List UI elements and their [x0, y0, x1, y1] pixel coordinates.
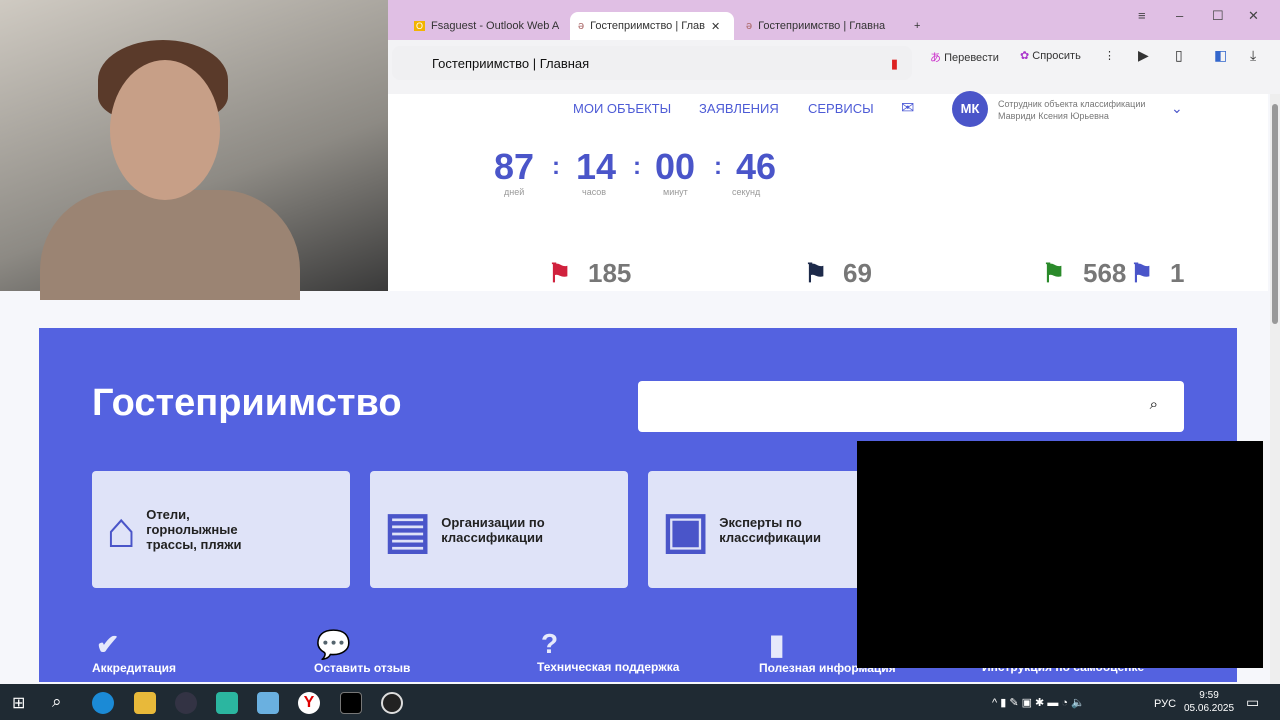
countdown-seconds: 46 — [736, 146, 777, 187]
countdown-days: 87 — [494, 146, 535, 187]
more-icon[interactable]: ⋮ — [1104, 49, 1115, 62]
ask-button[interactable]: ✿ Спросить — [1020, 49, 1081, 62]
service-label: Оставить отзыв — [314, 661, 411, 675]
outlook-icon: O — [414, 21, 426, 31]
scrollbar[interactable] — [1270, 94, 1280, 684]
stat-multi-count: 568 — [1083, 258, 1127, 288]
nav-my-objects[interactable]: МОИ ОБЪЕКТЫ — [573, 101, 671, 116]
stat-blue-count: 1 — [1170, 258, 1185, 288]
tab-hospitality[interactable]: ə Гостеприимство | Главна — [738, 12, 898, 40]
dark-flag-icon: ⚑ — [804, 258, 828, 288]
search-taskbar-icon[interactable]: ⌕ — [52, 692, 62, 712]
badge-icon: ▣ — [662, 501, 710, 558]
mail-icon[interactable]: ✉ — [901, 98, 914, 118]
terminal-icon[interactable] — [340, 692, 362, 714]
tab-hospitality-active[interactable]: ə Гостеприимство | Глав ✕ — [570, 12, 734, 40]
help-icon: ? — [541, 628, 559, 659]
minutes-label: минут — [663, 187, 688, 197]
webcam-overlay — [0, 0, 388, 300]
card-organizations[interactable]: ▤ Организации по классификации — [370, 471, 628, 588]
nav-services[interactable]: СЕРВИСЫ — [808, 101, 874, 116]
stat-red-count: 185 — [588, 258, 632, 288]
red-flag-icon: ⚑ — [548, 258, 572, 288]
countdown-minutes: 00 — [655, 146, 696, 187]
clock[interactable]: 9:59 05.06.2025 — [1184, 689, 1234, 715]
search-input[interactable]: ⌕ — [638, 381, 1184, 432]
separator: : — [714, 153, 722, 180]
outlook-taskbar-icon[interactable] — [257, 692, 279, 714]
separator: : — [552, 153, 560, 180]
service-accreditation[interactable]: ✔ Аккредитация — [92, 628, 176, 675]
card-label: Отели, горнолыжные трассы, пляжи — [146, 507, 242, 552]
nav-applications[interactable]: ЗАЯВЛЕНИЯ — [699, 101, 779, 116]
service-label: Техническая поддержка — [537, 660, 680, 674]
windows-start-icon[interactable]: ⊞ — [12, 693, 25, 713]
play-icon[interactable]: ▶ — [1138, 47, 1149, 64]
explorer-icon[interactable] — [134, 692, 156, 714]
notifications-icon[interactable]: ▭ — [1246, 694, 1259, 711]
ask-icon: ✿ — [1020, 50, 1033, 62]
service-label: Аккредитация — [92, 661, 176, 675]
avatar[interactable]: МК — [952, 91, 988, 127]
hero-title: Гостеприимство — [92, 382, 402, 424]
download-icon[interactable]: ⤓ — [1250, 47, 1256, 64]
blue-flag-icon: ⚑ — [1130, 258, 1154, 288]
card-label: Эксперты по классификации — [719, 514, 821, 545]
tray-icons[interactable]: ^ ▮ ✎ ▣ ✱ ▬ ◔ 🔈 — [992, 696, 1085, 709]
site-icon: ə — [578, 20, 585, 32]
countdown-hours: 14 — [576, 146, 617, 187]
url-field[interactable]: Гостеприимство | Главная ▮ — [392, 46, 912, 80]
site-icon: ə — [746, 20, 753, 32]
service-feedback[interactable]: 💬 Оставить отзыв — [314, 628, 410, 675]
time: 9:59 — [1199, 690, 1219, 701]
user-name: Мавриди Ксения Юрьевна — [998, 111, 1109, 121]
translate-icon: あ — [930, 52, 945, 64]
extension-icon[interactable]: ◧ — [1214, 47, 1227, 64]
translate-button[interactable]: あ Перевести — [930, 49, 999, 65]
yandex-browser-icon[interactable]: Y — [298, 692, 320, 714]
shield-check-icon: ✔ — [96, 629, 120, 660]
black-overlay — [857, 441, 1263, 668]
hotel-icon: ⌂ — [106, 501, 137, 558]
page-title-text: Гостеприимство | Главная — [432, 56, 590, 71]
menu-icon[interactable]: ≡ — [1138, 8, 1146, 23]
tab-label: Гостеприимство | Глав — [590, 20, 705, 32]
stat-dark-count: 69 — [843, 258, 872, 288]
camera-app-icon[interactable] — [175, 692, 197, 714]
user-role: Сотрудник объекта классификации — [998, 99, 1146, 109]
hours-label: часов — [582, 187, 607, 197]
user-info[interactable]: Сотрудник объекта классификации Мавриди К… — [998, 98, 1145, 122]
seconds-label: секунд — [732, 187, 761, 197]
language-indicator[interactable]: РУС — [1154, 698, 1176, 710]
close-window-button[interactable]: ✕ — [1248, 8, 1259, 24]
minimize-button[interactable]: – — [1176, 8, 1183, 23]
recorder-icon[interactable] — [381, 692, 403, 714]
screenshot-icon[interactable]: ▯ — [1175, 47, 1183, 64]
separator: : — [633, 153, 641, 180]
edge-icon[interactable] — [92, 692, 114, 714]
new-tab-button[interactable]: + — [906, 12, 930, 40]
maximize-button[interactable]: ☐ — [1212, 8, 1224, 24]
multi-flag-icon: ⚑ — [1042, 258, 1066, 288]
tab-label: Гостеприимство | Главна — [758, 20, 886, 32]
search-icon[interactable]: ⌕ — [1150, 396, 1158, 413]
tab-label: Fsaguest - Outlook Web A — [431, 20, 560, 32]
date: 05.06.2025 — [1184, 703, 1235, 714]
app-icon[interactable] — [216, 692, 238, 714]
tab-outlook[interactable]: O Fsaguest - Outlook Web A — [406, 12, 566, 40]
card-label: Организации по классификации — [441, 514, 545, 545]
bookmark-icon[interactable]: ▮ — [891, 56, 898, 72]
translate-label: Перевести — [944, 52, 999, 64]
days-label: дней — [504, 187, 525, 197]
card-hotels[interactable]: ⌂ Отели, горнолыжные трассы, пляжи — [92, 471, 350, 588]
cabinet-icon: ▤ — [384, 501, 432, 558]
close-tab-icon[interactable]: ✕ — [711, 20, 720, 33]
ask-label: Спросить — [1032, 50, 1081, 62]
service-support[interactable]: ? Техническая поддержка — [537, 628, 679, 674]
chevron-down-icon[interactable]: ⌄ — [1171, 100, 1183, 117]
chat-icon: 💬 — [316, 629, 351, 660]
